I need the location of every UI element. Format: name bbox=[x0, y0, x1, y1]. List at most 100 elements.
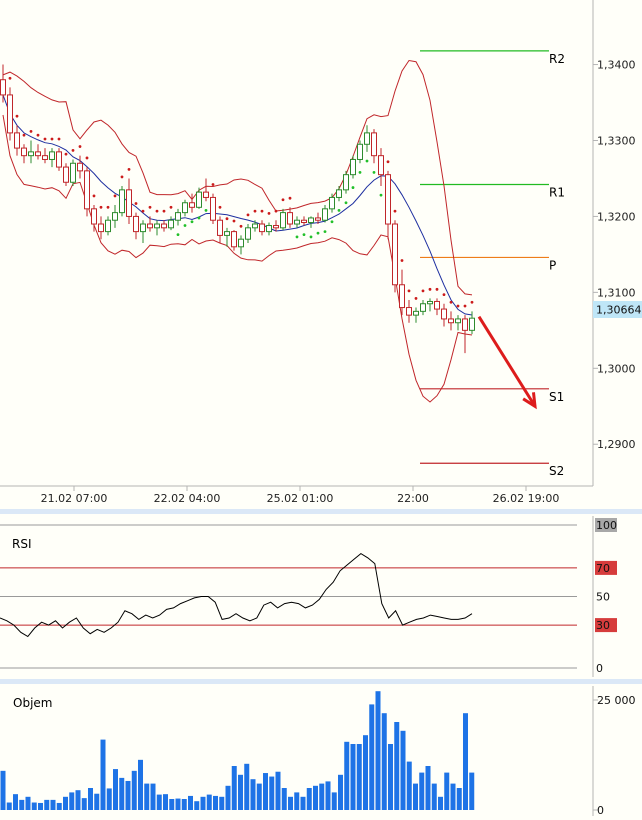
sar-dot bbox=[204, 208, 208, 212]
panel-separator[interactable] bbox=[0, 679, 642, 684]
level-label-r1: R1 bbox=[549, 186, 565, 200]
rsi-title: RSI bbox=[12, 537, 32, 551]
volume-bar bbox=[206, 794, 212, 810]
candle-body bbox=[77, 162, 83, 172]
level-label-p: P bbox=[549, 258, 556, 272]
volume-bar bbox=[19, 799, 25, 810]
sar-dot bbox=[253, 209, 257, 213]
sar-dot bbox=[211, 183, 215, 186]
time-tick-label: 22.02 04:00 bbox=[154, 492, 221, 505]
volume-bar bbox=[106, 788, 112, 810]
candle-body bbox=[420, 303, 426, 312]
candle-body bbox=[63, 166, 69, 183]
volume-bar bbox=[75, 790, 81, 810]
candle-body bbox=[259, 223, 265, 233]
volume-bar bbox=[119, 777, 125, 810]
time-tick-label: 22:00 bbox=[397, 492, 429, 505]
sar-dot bbox=[127, 167, 131, 171]
candle-body bbox=[329, 196, 335, 210]
current-price-label: 1,30664 bbox=[596, 304, 642, 317]
volume-bar bbox=[306, 788, 312, 810]
volume-bar bbox=[50, 799, 56, 810]
sar-dot bbox=[183, 224, 187, 227]
volume-bar bbox=[200, 796, 206, 810]
sar-dot bbox=[358, 170, 362, 174]
sar-dot bbox=[239, 224, 243, 228]
sar-dot bbox=[449, 300, 453, 304]
time-tick-label: 25.02 01:00 bbox=[267, 492, 334, 505]
sar-dot bbox=[421, 289, 425, 293]
candle-body bbox=[140, 223, 146, 233]
volume-bar bbox=[0, 770, 6, 810]
volume-bar bbox=[394, 722, 400, 810]
candle-body bbox=[357, 143, 363, 160]
volume-bar bbox=[44, 799, 50, 810]
rsi-tick-label: 30 bbox=[596, 619, 610, 632]
volume-bar bbox=[388, 744, 393, 810]
candle-body bbox=[217, 219, 223, 236]
candle-body bbox=[266, 225, 272, 233]
volume-bar bbox=[450, 783, 456, 810]
candle-body bbox=[147, 223, 153, 229]
sar-dot bbox=[344, 201, 348, 205]
time-tick-label: 21.02 07:00 bbox=[41, 492, 108, 505]
volume-bars bbox=[0, 691, 475, 810]
volume-axis: 25 000 0 bbox=[593, 694, 636, 817]
candle-body bbox=[441, 308, 447, 320]
current-price-tag: 1,30664 bbox=[593, 301, 642, 318]
candle-body bbox=[133, 215, 139, 233]
sar-dot bbox=[323, 230, 327, 234]
sar-dot bbox=[113, 194, 117, 198]
candle-body bbox=[84, 170, 90, 210]
panel-separator[interactable] bbox=[0, 509, 642, 514]
candle-body bbox=[168, 219, 174, 229]
volume-bar bbox=[213, 795, 218, 810]
sar-dot bbox=[8, 76, 12, 80]
volume-bar bbox=[100, 739, 106, 810]
sar-dot bbox=[442, 293, 446, 297]
sar-dot bbox=[288, 196, 292, 200]
candle-body bbox=[42, 155, 48, 160]
volume-bar bbox=[419, 772, 425, 810]
sar-dot bbox=[99, 205, 103, 209]
candle-body bbox=[224, 231, 230, 236]
sar-dot bbox=[71, 148, 75, 152]
candle-body bbox=[182, 202, 188, 214]
volume-bar bbox=[281, 788, 287, 810]
candle-body bbox=[196, 191, 202, 208]
candle-body bbox=[210, 196, 216, 221]
volume-bar bbox=[438, 796, 443, 810]
volume-bar bbox=[131, 770, 137, 810]
sar-dot bbox=[260, 209, 264, 213]
volume-bar bbox=[56, 802, 62, 810]
volume-bar bbox=[413, 783, 418, 810]
volume-bar bbox=[81, 798, 87, 810]
candle-body bbox=[175, 212, 181, 221]
volume-bar bbox=[144, 783, 150, 810]
volume-bar bbox=[400, 730, 406, 810]
rsi-tick-label: 0 bbox=[596, 662, 603, 675]
rsi-axis: 100 70 50 30 0 bbox=[595, 518, 617, 675]
level-label-s1: S1 bbox=[549, 390, 564, 404]
forecast-arrow bbox=[477, 315, 537, 410]
volume-bar bbox=[238, 774, 243, 810]
sar-dot bbox=[316, 231, 320, 235]
trading-chart: 1,3400 1,3300 1,3200 1,3100 1,3000 1,2900 21.… bbox=[0, 0, 642, 817]
candle-body bbox=[301, 219, 307, 223]
sar-dot bbox=[169, 205, 173, 209]
candle-body bbox=[98, 223, 104, 233]
sar-dot bbox=[463, 304, 467, 308]
volume-bar bbox=[463, 713, 468, 810]
sar-dot bbox=[456, 304, 460, 308]
sar-dot bbox=[295, 235, 299, 239]
sar-dot bbox=[225, 217, 229, 221]
volume-bar bbox=[175, 798, 181, 810]
sar-dot bbox=[400, 259, 404, 262]
sar-dot bbox=[120, 175, 124, 179]
sar-dot bbox=[141, 209, 145, 213]
volume-bar bbox=[188, 795, 193, 810]
volume-bar bbox=[300, 796, 306, 810]
level-label-s2: S2 bbox=[549, 464, 564, 478]
candle-body bbox=[91, 208, 97, 225]
sar-dot bbox=[267, 211, 271, 215]
